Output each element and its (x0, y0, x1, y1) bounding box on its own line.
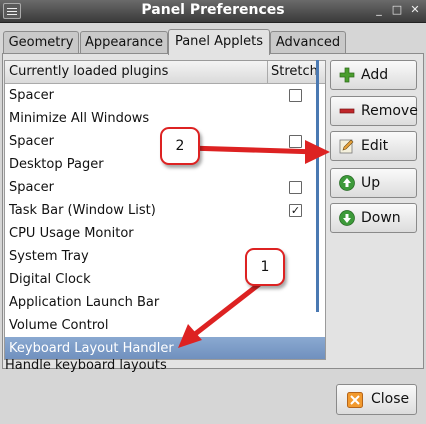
plugin-name: Application Launch Bar (9, 295, 160, 310)
plugin-name: Spacer (9, 180, 54, 195)
close-label: Close (371, 391, 410, 407)
plugin-name: CPU Usage Monitor (9, 226, 134, 241)
close-button[interactable]: Close (336, 384, 417, 415)
plugin-name: Digital Clock (9, 272, 91, 287)
tab-appearance[interactable]: Appearance (80, 31, 168, 53)
stretch-checkbox[interactable] (289, 89, 302, 102)
edit-label: Edit (361, 138, 389, 154)
plugin-row[interactable]: CPU Usage Monitor (5, 222, 325, 245)
down-button[interactable]: Down (330, 203, 417, 233)
plugin-row[interactable]: Spacer (5, 176, 325, 199)
plugin-name: Keyboard Layout Handler (9, 341, 174, 356)
stretch-checkbox[interactable] (289, 181, 302, 194)
add-button[interactable]: Add (330, 60, 417, 90)
column-divider (267, 61, 268, 83)
stretch-checkbox[interactable]: ✓ (289, 204, 302, 217)
minimize-icon[interactable]: _ (372, 3, 386, 17)
plugin-description: Handle keyboard layouts (5, 358, 167, 373)
plugin-name: Volume Control (9, 318, 109, 333)
plugin-name: Minimize All Windows (9, 111, 150, 126)
plugin-row[interactable]: Keyboard Layout Handler (5, 337, 325, 359)
annotation-callout-1: 1 (245, 248, 285, 286)
remove-icon (339, 108, 355, 114)
plugin-row[interactable]: Application Launch Bar (5, 291, 325, 314)
plugin-row[interactable]: Volume Control (5, 314, 325, 337)
list-header: Currently loaded plugins Stretch (5, 61, 325, 84)
down-label: Down (361, 210, 401, 226)
edit-button[interactable]: Edit (330, 131, 417, 161)
title-bar: Panel Preferences _ □ ✕ (0, 0, 426, 23)
column-header-stretch[interactable]: Stretch (271, 64, 318, 79)
plugin-row[interactable]: Spacer (5, 84, 325, 107)
plugin-name: System Tray (9, 249, 89, 264)
annotation-callout-2: 2 (160, 127, 200, 165)
plugin-name: Task Bar (Window List) (9, 203, 156, 218)
edit-icon (339, 139, 354, 154)
tab-geometry[interactable]: Geometry (3, 31, 79, 53)
plugin-name: Desktop Pager (9, 157, 104, 172)
up-button[interactable]: Up (330, 168, 417, 198)
window-title: Panel Preferences (141, 2, 285, 18)
maximize-icon[interactable]: □ (390, 3, 404, 17)
remove-label: Remove (361, 103, 418, 119)
add-label: Add (361, 67, 389, 83)
close-icon (347, 392, 363, 408)
tab-panel-applets[interactable]: Panel Applets (168, 29, 270, 55)
stretch-checkbox[interactable] (289, 135, 302, 148)
column-header-plugins[interactable]: Currently loaded plugins (9, 64, 168, 79)
plugin-name: Spacer (9, 88, 54, 103)
close-window-icon[interactable]: ✕ (408, 3, 422, 17)
plugin-list[interactable]: Currently loaded plugins Stretch Spacer M… (4, 60, 326, 360)
list-scrollbar[interactable] (316, 60, 319, 312)
tab-advanced[interactable]: Advanced (270, 31, 346, 53)
arrow-up-icon (339, 175, 355, 191)
remove-button[interactable]: Remove (330, 96, 418, 126)
arrow-down-icon (339, 210, 355, 226)
up-label: Up (361, 175, 381, 191)
plugin-name: Spacer (9, 134, 54, 149)
add-icon (339, 67, 355, 83)
plugin-row[interactable]: Task Bar (Window List) ✓ (5, 199, 325, 222)
